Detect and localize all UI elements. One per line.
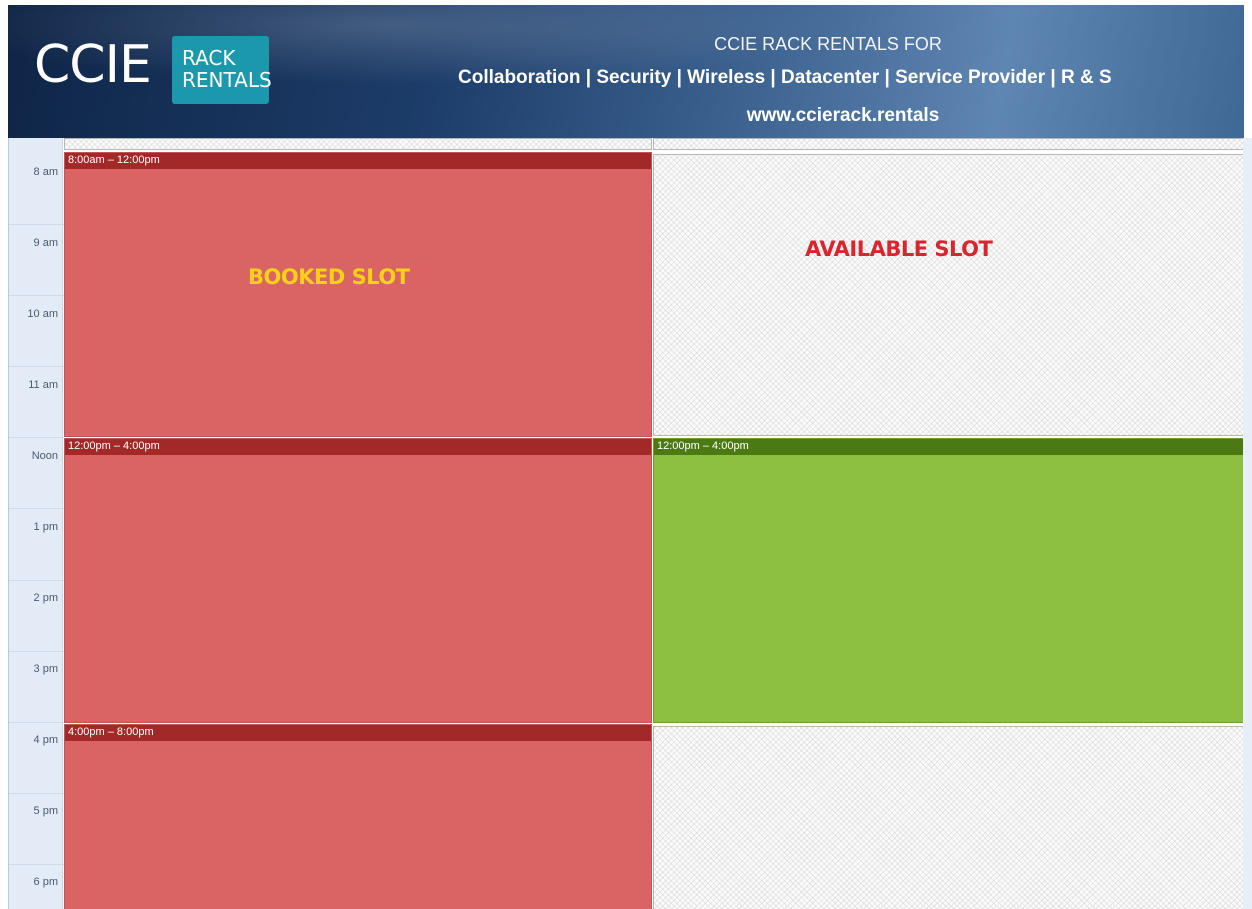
time-label-10am: 10 am [27, 308, 58, 320]
event-time: 4:00pm – 8:00pm [65, 725, 651, 741]
booked-event-evening[interactable]: 4:00pm – 8:00pm [64, 724, 652, 909]
available-slot-top[interactable] [64, 138, 652, 150]
hour-divider [9, 224, 64, 225]
banner-url[interactable]: www.ccierack.rentals [8, 105, 1244, 127]
hour-divider [9, 295, 64, 296]
time-label-6pm: 6 pm [33, 876, 58, 888]
header-banner: CCIE RACK RENTALS CCIE RACK RENTALS FOR … [8, 5, 1244, 138]
hour-divider [9, 437, 64, 438]
available-slot-evening[interactable] [653, 726, 1244, 909]
calendar-column-right: AVAILABLE SLOT 12:00pm – 4:00pm [653, 138, 1244, 909]
available-slot-morning[interactable] [653, 154, 1244, 436]
hour-divider [9, 722, 64, 723]
booked-event-afternoon[interactable]: 12:00pm – 4:00pm [64, 438, 652, 723]
available-event-afternoon[interactable]: 12:00pm – 4:00pm [653, 438, 1244, 723]
time-label-3pm: 3 pm [33, 663, 58, 675]
available-slot-label: AVAILABLE SLOT [805, 237, 993, 261]
calendar-column-left: 8:00am – 12:00pm BOOKED SLOT 12:00pm – 4… [64, 138, 652, 909]
logo-badge-line2: RENTALS [182, 68, 272, 92]
banner-tagline: CCIE RACK RENTALS FOR [714, 34, 942, 54]
time-axis: 8 am 9 am 10 am 11 am Noon 1 pm 2 pm 3 p… [8, 138, 64, 909]
time-label-9am: 9 am [33, 237, 58, 249]
hour-divider [9, 580, 64, 581]
time-label-4pm: 4 pm [33, 734, 58, 746]
event-time: 8:00am – 12:00pm [65, 153, 651, 169]
time-label-1pm: 1 pm [33, 521, 58, 533]
booked-event-morning[interactable]: 8:00am – 12:00pm [64, 152, 652, 437]
banner-tracks: Collaboration | Security | Wireless | Da… [458, 67, 1112, 88]
hour-divider [9, 864, 64, 865]
hour-divider [9, 793, 64, 794]
time-label-5pm: 5 pm [33, 805, 58, 817]
calendar-grid: 8 am 9 am 10 am 11 am Noon 1 pm 2 pm 3 p… [8, 138, 1244, 909]
time-label-2pm: 2 pm [33, 592, 58, 604]
time-label-noon: Noon [31, 450, 58, 462]
hour-divider [9, 366, 64, 367]
hour-divider [9, 651, 64, 652]
event-time: 12:00pm – 4:00pm [654, 439, 1243, 455]
time-label-8am: 8 am [33, 166, 58, 178]
booked-slot-label: BOOKED SLOT [248, 265, 410, 289]
scroll-gutter [1243, 138, 1252, 909]
time-label-11am: 11 am [28, 379, 58, 391]
hour-divider [9, 508, 64, 509]
event-time: 12:00pm – 4:00pm [65, 439, 651, 455]
available-slot-top[interactable] [653, 138, 1244, 150]
